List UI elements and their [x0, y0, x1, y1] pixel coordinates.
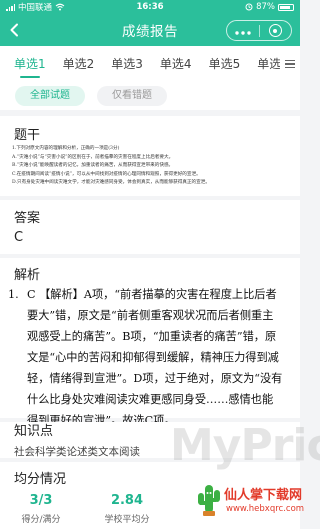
answer-title: 答案 [14, 211, 41, 226]
analysis-line: 观感受上的痛苦”。B项，“加重读者的痛苦”错，原 [27, 330, 277, 343]
tab-question-5[interactable]: 单选5 [209, 46, 241, 82]
stem-line: 1.下列对原文内容的理解和分析，正确的一项是(3分) [12, 146, 120, 151]
stem-title: 题干 [14, 128, 41, 143]
stat-score-value: 3/3 [29, 493, 53, 508]
tab-menu-button[interactable] [280, 46, 300, 82]
status-bar: 中国联通 16:36 87% [0, 0, 300, 14]
stem-option-c: C.在疫情期间阅读“疫情小说”，可以从中间找到对疫情的心理同情和观照，获得更好的… [12, 171, 201, 177]
analysis-card: 解析 1. C 【解析】A项，“前者描摹的灾害在程度上比后者 要大”错，原文是“前… [0, 258, 300, 427]
stem-option-a: A.“灾难小说”与“灾害小说”的区别在于，前者描摹的灾害在程度上比后者要大。 [12, 154, 174, 160]
back-button[interactable] [0, 14, 28, 46]
stat-school-average-value: 2.84 [110, 493, 144, 508]
score-stats: 3/3 得分/满分 2.84 学校平均分 [0, 490, 300, 529]
nav-bar: 成绩报告 [0, 14, 300, 46]
stem-option-d: D.只有身处灾难中阅读灾难文学，才能对灾难感同身受，体会到真实，从而能够获得真正… [12, 180, 210, 185]
stat-score: 3/3 得分/满分 [11, 490, 71, 529]
tab-question-2[interactable]: 单选2 [63, 46, 95, 82]
close-button[interactable] [259, 24, 291, 37]
chevron-left-icon [10, 23, 18, 37]
question-tabs: 单选1 单选2 单选3 单选4 单选5 单选7 [0, 46, 300, 82]
status-time: 16:36 [136, 2, 164, 12]
filter-wrong-only[interactable]: 仅看错题 [97, 86, 167, 106]
answer-value: C [14, 230, 24, 245]
stat-score-label: 得分/满分 [21, 515, 61, 525]
knowledge-value: 社会科学类论述类文本阅读 [14, 446, 140, 458]
target-close-icon [268, 24, 282, 37]
tab-question-4[interactable]: 单选4 [160, 46, 192, 82]
answer-card: 答案 C [0, 200, 300, 254]
analysis-title: 解析 [14, 268, 41, 283]
analysis-line: C 【解析】A项，“前者描摹的灾害在程度上比后者 [27, 288, 277, 301]
knowledge-title: 知识点 [14, 424, 54, 439]
knowledge-card: 知识点 社会科学类论述类文本阅读 [0, 422, 300, 458]
stat-school-average-label: 学校平均分 [104, 515, 150, 525]
analysis-line: 什么比身处灾难阅读灾难更感同身受……感情也能 [27, 393, 274, 406]
mini-program-capsule [226, 20, 292, 41]
stat-school-average: 2.84 学校平均分 [97, 490, 157, 529]
question-stem-image: 1.下列对原文内容的理解和分析，正确的一项是(3分) A.“灾难小说”与“灾害小… [12, 145, 282, 188]
analysis-line: 轻，情绪得到宣泄”。D项，过于绝对，原文为“没有 [27, 372, 283, 385]
analysis-text: 1. C 【解析】A项，“前者描摹的灾害在程度上比后者 要大”错，原文是“前者侧重… [8, 284, 298, 431]
analysis-number: 1. [8, 288, 19, 301]
stem-option-b: B.“灾难小说”能唤醒读者的记忆，加重读者的痛苦，从而获得宣泄带来的快感。 [12, 163, 174, 168]
ellipsis-icon [235, 30, 251, 35]
tab-question-3[interactable]: 单选3 [111, 46, 143, 82]
stat-third [177, 490, 237, 529]
score-summary-title: 均分情况 [14, 472, 67, 487]
stat-third-value [177, 490, 237, 512]
score-summary-card: 均分情况 [0, 462, 300, 490]
menu-icon [285, 60, 295, 68]
battery-icon [278, 3, 294, 11]
more-button[interactable] [227, 26, 259, 36]
tab-question-1[interactable]: 单选1 [14, 46, 46, 82]
filter-bar: 全部试题 仅看错题 [0, 82, 300, 110]
filter-all-questions[interactable]: 全部试题 [15, 86, 85, 106]
analysis-line: 要大”错，原文是“前者侧重客观状况而后者侧重主 [27, 309, 274, 322]
analysis-line: 文是“心中的苦闷和抑郁得到缓解，精神压力得到减 [27, 351, 279, 364]
